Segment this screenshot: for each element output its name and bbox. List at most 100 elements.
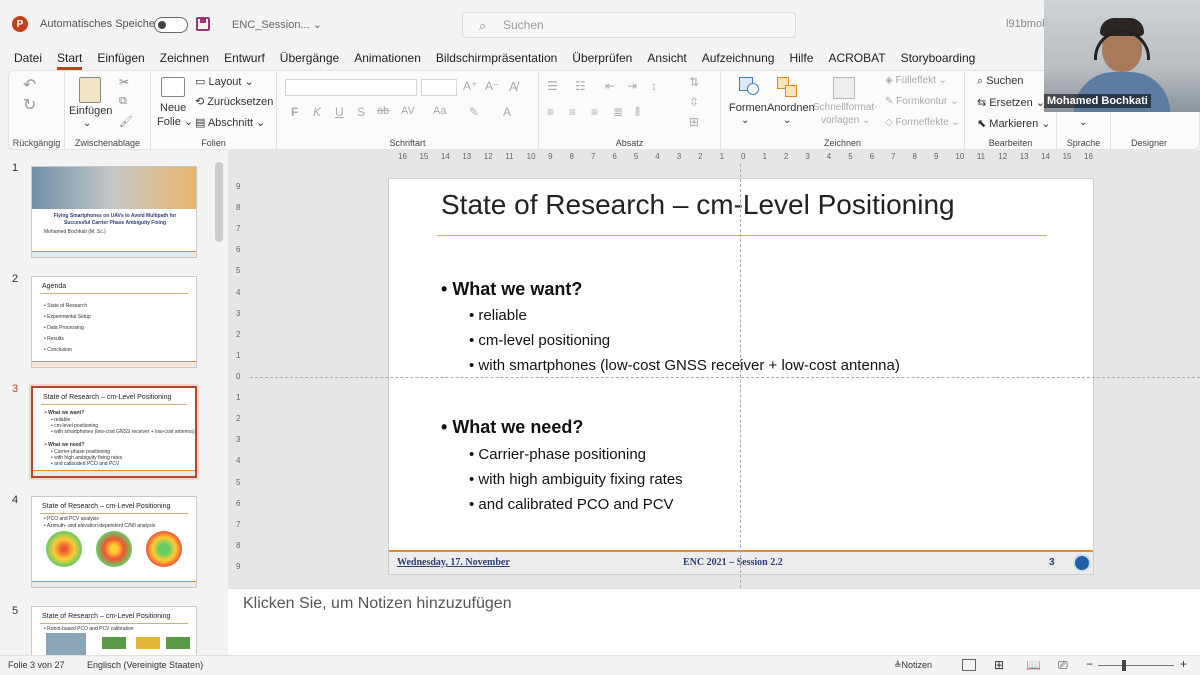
tab-hilfe[interactable]: Hilfe xyxy=(789,51,813,65)
copy-icon[interactable]: ⧉ xyxy=(119,95,127,108)
tab-storyboarding[interactable]: Storyboarding xyxy=(901,51,976,65)
slide-sorter-icon[interactable]: ⊞ xyxy=(994,658,1004,672)
columns-icon[interactable]: ⫴ xyxy=(635,105,640,120)
clear-format-icon[interactable]: A̸ xyxy=(509,79,518,94)
slide-bullet[interactable]: • with smartphones (low-cost GNSS receiv… xyxy=(469,357,900,374)
tab-übergänge[interactable]: Übergänge xyxy=(280,51,339,65)
horizontal-guide[interactable] xyxy=(250,377,1200,378)
highlight-icon[interactable]: ✎ xyxy=(469,105,479,119)
zoom-out-icon[interactable]: − xyxy=(1086,657,1093,671)
strikethrough-icon[interactable]: ab xyxy=(377,105,389,117)
zoom-in-icon[interactable]: + xyxy=(1180,657,1187,671)
tab-start[interactable]: Start xyxy=(57,51,83,70)
paste-button[interactable]: Einfügen xyxy=(69,105,112,117)
bullets-icon[interactable]: ☰ xyxy=(547,79,558,93)
quick-styles-icon[interactable] xyxy=(833,77,855,99)
change-case-icon[interactable]: Aa xyxy=(433,105,446,117)
tab-entwurf[interactable]: Entwurf xyxy=(224,51,265,65)
shape-effects-button[interactable]: ◇ Formeffekte ⌄ xyxy=(885,117,960,128)
slide-bullet[interactable]: • reliable xyxy=(469,307,527,324)
align-right-icon[interactable]: ≡ xyxy=(591,105,598,119)
font-name-select[interactable] xyxy=(285,79,417,96)
replace-button[interactable]: ⇆ Ersetzen ⌄ xyxy=(977,96,1045,109)
shapes-button[interactable]: Formen xyxy=(729,102,767,114)
section-button[interactable]: ▤ Abschnitt ⌄ xyxy=(195,116,265,129)
slide-section-heading[interactable]: • What we need? xyxy=(441,417,583,438)
char-spacing-icon[interactable]: AV xyxy=(401,105,415,117)
quick-styles-button[interactable]: Schnellformat- xyxy=(813,102,877,113)
thumbnail-scrollbar[interactable] xyxy=(215,162,223,242)
slide-bullet[interactable]: • Carrier-phase positioning xyxy=(469,446,646,463)
file-name[interactable]: ENC_Session... ⌄ xyxy=(232,18,322,31)
zoom-slider-thumb[interactable] xyxy=(1122,660,1126,671)
italic-button[interactable]: K xyxy=(313,105,321,119)
language-indicator[interactable]: Englisch (Vereinigte Staaten) xyxy=(87,660,203,670)
underline-button[interactable]: U xyxy=(335,105,344,119)
find-button[interactable]: ⌕ Suchen xyxy=(977,75,1024,88)
new-slide-button-line2[interactable]: Folie ⌄ xyxy=(157,115,193,128)
tab-zeichnen[interactable]: Zeichnen xyxy=(160,51,209,65)
zoom-slider[interactable] xyxy=(1098,665,1174,666)
tab-ansicht[interactable]: Ansicht xyxy=(647,51,686,65)
tab-einfügen[interactable]: Einfügen xyxy=(97,51,144,65)
new-slide-button[interactable]: Neue xyxy=(160,102,186,114)
thumbnail-slide-2[interactable]: Agenda • State of Research • Experimenta… xyxy=(31,276,197,368)
slideshow-icon[interactable]: ⎚ xyxy=(1058,658,1068,673)
slide-bullet[interactable]: • with high ambiguity fixing rates xyxy=(469,471,683,488)
slide-section-heading[interactable]: • What we want? xyxy=(441,279,582,300)
normal-view-icon[interactable] xyxy=(962,659,976,671)
arrange-dropdown-icon[interactable]: ⌄ xyxy=(783,115,791,126)
layout-button[interactable]: ▭ Layout ⌄ xyxy=(195,75,254,88)
tab-acrobat[interactable]: ACROBAT xyxy=(828,51,885,65)
tab-animationen[interactable]: Animationen xyxy=(354,51,421,65)
text-direction-icon[interactable]: ⇅ xyxy=(689,75,699,89)
grow-font-icon[interactable]: A⁺ xyxy=(463,79,477,93)
notes-pane[interactable]: Klicken Sie, um Notizen hinzuzufügen xyxy=(228,588,1200,655)
smartart-icon[interactable]: ⊞ xyxy=(689,115,699,129)
arrange-button[interactable]: Anordnen xyxy=(767,102,815,114)
align-center-icon[interactable]: ≡ xyxy=(569,105,576,119)
increase-indent-icon[interactable]: ⇥ xyxy=(627,79,637,93)
redo-icon[interactable]: ↻ xyxy=(23,95,36,115)
thumbnail-slide-1[interactable]: Flying Smartphones on UAVs to Avoid Mult… xyxy=(31,166,197,258)
format-painter-icon[interactable]: 🖌 xyxy=(119,115,133,128)
numbering-icon[interactable]: ☷ xyxy=(575,79,586,93)
slide-bullet[interactable]: • cm-level positioning xyxy=(469,332,610,349)
thumbnail-slide-4[interactable]: State of Research – cm-Level Positioning… xyxy=(31,496,197,588)
notes-toggle-button[interactable]: ≜Notizen xyxy=(894,660,932,671)
slide-title[interactable]: State of Research – cm-Level Positioning xyxy=(441,189,955,221)
vertical-guide[interactable] xyxy=(740,164,741,588)
slide-bullet[interactable]: • and calibrated PCO and PCV xyxy=(469,496,674,513)
undo-icon[interactable]: ↶ xyxy=(23,75,36,95)
shape-fill-button[interactable]: ◈ Fülleffekt ⌄ xyxy=(885,75,947,86)
paste-icon[interactable] xyxy=(79,77,101,103)
autosave-toggle[interactable] xyxy=(154,17,188,33)
notes-placeholder[interactable]: Klicken Sie, um Notizen hinzuzufügen xyxy=(243,595,512,613)
align-left-icon[interactable]: ≡ xyxy=(547,105,554,119)
new-slide-icon[interactable] xyxy=(161,77,185,97)
line-spacing-icon[interactable]: ↕ xyxy=(651,79,657,93)
font-color-icon[interactable]: A xyxy=(503,105,511,119)
align-text-icon[interactable]: ⇳ xyxy=(689,95,699,109)
quick-styles-button-line2[interactable]: vorlagen ⌄ xyxy=(821,115,871,126)
shrink-font-icon[interactable]: A⁻ xyxy=(485,79,499,93)
font-size-select[interactable] xyxy=(421,79,457,96)
paste-dropdown-icon[interactable]: ⌄ xyxy=(83,118,91,129)
tab-überprüfen[interactable]: Überprüfen xyxy=(572,51,632,65)
language-dropdown-icon[interactable]: ⌄ xyxy=(1079,117,1087,128)
select-button[interactable]: ⬉ Markieren ⌄ xyxy=(977,117,1050,130)
shapes-dropdown-icon[interactable]: ⌄ xyxy=(741,115,749,126)
justify-icon[interactable]: ≣ xyxy=(613,105,623,119)
save-icon[interactable] xyxy=(196,17,210,31)
shadow-button[interactable]: S xyxy=(357,105,365,119)
thumbnail-slide-5[interactable]: State of Research – cm-Level Positioning… xyxy=(31,606,197,655)
shape-outline-button[interactable]: ✎ Formkontur ⌄ xyxy=(885,96,958,107)
tab-datei[interactable]: Datei xyxy=(14,51,42,65)
decrease-indent-icon[interactable]: ⇤ xyxy=(605,79,615,93)
thumbnail-slide-3[interactable]: State of Research – cm-Level Positioning… xyxy=(31,386,197,478)
reset-button[interactable]: ⟲ Zurücksetzen xyxy=(195,95,273,108)
tab-aufzeichnung[interactable]: Aufzeichnung xyxy=(702,51,775,65)
search-input[interactable]: ⌕ Suchen xyxy=(462,12,796,38)
tab-bildschirmpräsentation[interactable]: Bildschirmpräsentation xyxy=(436,51,557,65)
account-name[interactable]: l91bmob xyxy=(1006,18,1048,30)
